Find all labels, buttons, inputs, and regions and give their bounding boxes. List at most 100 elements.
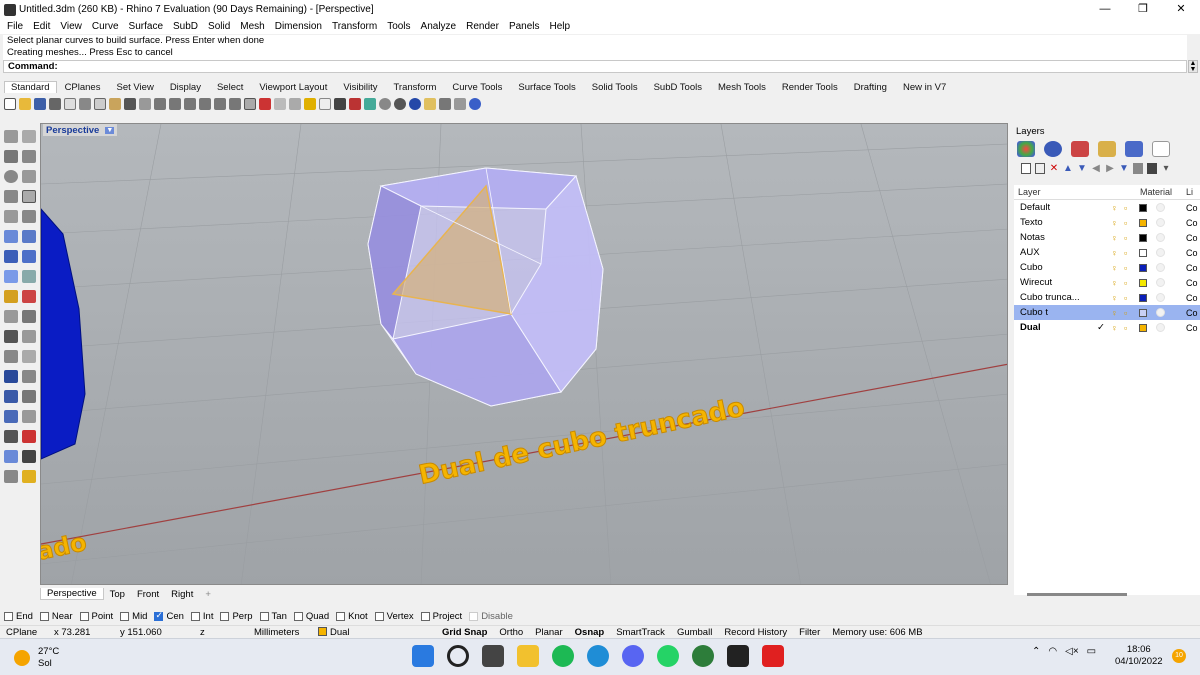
layer-row[interactable]: Texto ♀ ▫ Co	[1014, 215, 1200, 230]
osnap-tan[interactable]: Tan	[259, 611, 287, 622]
layer-column-header[interactable]: Layer	[1014, 187, 1134, 197]
material-swatch[interactable]	[1156, 203, 1165, 212]
layers-tab-icon[interactable]	[1152, 141, 1170, 157]
tab-solid-tools[interactable]: Solid Tools	[584, 82, 646, 93]
layer-row[interactable]: Cubo ♀ ▫ Co	[1014, 260, 1200, 275]
notification-badge[interactable]: 10	[1172, 649, 1186, 663]
lock-icon[interactable]: ▫	[1124, 293, 1134, 303]
layer-row[interactable]: Wirecut ♀ ▫ Co	[1014, 275, 1200, 290]
circle-icon[interactable]	[4, 170, 18, 183]
lock-icon[interactable]: ▫	[1124, 248, 1134, 258]
layer-linetype[interactable]: Co	[1186, 278, 1198, 288]
check-icon[interactable]	[22, 450, 36, 463]
osnap-end[interactable]: End	[4, 611, 33, 622]
layer-linetype[interactable]: Co	[1186, 263, 1198, 273]
select-points-icon[interactable]	[304, 98, 316, 110]
move-out-icon[interactable]: ◀	[1091, 163, 1101, 174]
menu-tools[interactable]: Tools	[382, 21, 415, 32]
menu-help[interactable]: Help	[545, 21, 576, 32]
environment-tab-icon[interactable]	[1125, 141, 1143, 157]
light-bulb-icon[interactable]	[4, 290, 18, 303]
light-bulb-icon[interactable]: ♀	[1111, 278, 1121, 288]
tab-standard[interactable]: Standard	[4, 81, 57, 93]
move-icon[interactable]	[22, 370, 36, 383]
point-icon[interactable]	[22, 130, 36, 143]
tab-select[interactable]: Select	[209, 82, 251, 93]
filter-icon[interactable]: ▼	[1119, 163, 1129, 174]
grid-array-icon[interactable]	[4, 430, 18, 443]
light-bulb-icon[interactable]: ♀	[1111, 293, 1121, 303]
material-swatch[interactable]	[1156, 308, 1165, 317]
layer-name[interactable]: Dual	[1014, 322, 1094, 333]
search-icon[interactable]	[447, 645, 469, 667]
layer-color-swatch[interactable]	[1139, 203, 1147, 212]
osnap-quad[interactable]: Quad	[293, 611, 329, 622]
layer-color-swatch[interactable]	[1139, 218, 1147, 227]
osnap-cen[interactable]: Cen	[154, 610, 184, 622]
osnap-point[interactable]: Point	[79, 611, 113, 622]
pan-hand-icon[interactable]	[139, 98, 151, 110]
status-filter[interactable]: Filter	[793, 627, 826, 638]
material-swatch[interactable]	[1156, 293, 1165, 302]
cut-icon[interactable]	[79, 98, 91, 110]
menu-analyze[interactable]: Analyze	[416, 21, 462, 32]
wifi-icon[interactable]: ◠	[1048, 646, 1057, 657]
layer-color-swatch[interactable]	[1139, 293, 1147, 302]
osnap-perp[interactable]: Perp	[220, 611, 253, 622]
current-layer-check[interactable]: ✓	[1094, 322, 1108, 333]
task-view-icon[interactable]	[482, 645, 504, 667]
polyline-icon[interactable]	[4, 150, 18, 163]
osnap-checkbox[interactable]	[4, 611, 13, 621]
perspective-viewport[interactable]: Dual de cubo truncado ado	[40, 123, 1008, 585]
spotify-icon[interactable]	[552, 645, 574, 667]
whatsapp-icon[interactable]	[657, 645, 679, 667]
status-cplane[interactable]: CPlane	[0, 627, 48, 638]
light-bulb-icon[interactable]: ♀	[1111, 263, 1121, 273]
explode-icon[interactable]	[22, 330, 36, 343]
material-swatch[interactable]	[1156, 233, 1165, 242]
rotate-view-icon[interactable]	[154, 98, 166, 110]
menu-file[interactable]: File	[2, 21, 28, 32]
copy-icon[interactable]	[94, 98, 106, 110]
osnap-checkbox[interactable]	[374, 611, 384, 621]
add-viewport-icon[interactable]: +	[199, 589, 217, 600]
osnap-vertex[interactable]: Vertex	[374, 611, 414, 622]
lock-icon[interactable]: ▫	[1124, 263, 1134, 273]
delete-layer-icon[interactable]: ✕	[1049, 163, 1059, 174]
layer-name[interactable]: Default	[1014, 202, 1094, 213]
fillet-icon[interactable]	[4, 350, 18, 363]
layer-color-swatch[interactable]	[1139, 278, 1147, 287]
menu-transform[interactable]: Transform	[327, 21, 382, 32]
osnap-checkbox[interactable]	[293, 611, 303, 621]
battery-icon[interactable]: ▭	[1087, 646, 1096, 657]
zoom-icon[interactable]	[169, 98, 181, 110]
material-swatch[interactable]	[1156, 263, 1165, 272]
tab-visibility[interactable]: Visibility	[335, 82, 385, 93]
layer-row[interactable]: Cubo t ♀ ▫ Co	[1014, 305, 1200, 320]
light-bulb-icon[interactable]: ♀	[1111, 203, 1121, 213]
libraries-tab-icon[interactable]	[1098, 141, 1116, 157]
warning-icon[interactable]	[22, 470, 36, 483]
layers-horizontal-scrollbar[interactable]	[1027, 593, 1127, 596]
osnap-checkbox[interactable]	[259, 611, 269, 621]
status-planar[interactable]: Planar	[529, 627, 568, 638]
render-tab-icon[interactable]	[1044, 141, 1062, 157]
fillet-curve-icon[interactable]	[22, 210, 36, 223]
edge-icon[interactable]	[587, 645, 609, 667]
zoom-window-icon[interactable]	[184, 98, 196, 110]
extrude-icon[interactable]	[4, 270, 18, 283]
lock-icon[interactable]: ▫	[1124, 323, 1134, 333]
material-swatch[interactable]	[1156, 323, 1165, 332]
layer-menu-icon[interactable]: ▾	[1161, 163, 1171, 174]
status-record-history[interactable]: Record History	[718, 627, 793, 638]
zoom-selected-icon[interactable]	[214, 98, 226, 110]
new-file-icon[interactable]	[4, 98, 16, 110]
trim-icon[interactable]	[4, 310, 18, 323]
tab-set-view[interactable]: Set View	[108, 82, 161, 93]
status-gumball[interactable]: Gumball	[671, 627, 718, 638]
menu-panels[interactable]: Panels	[504, 21, 545, 32]
status-smarttrack[interactable]: SmartTrack	[610, 627, 671, 638]
arc-icon[interactable]	[22, 170, 36, 183]
group-icon[interactable]	[4, 450, 18, 463]
command-scroll-arrows[interactable]: ▲ ▼	[1188, 60, 1198, 73]
